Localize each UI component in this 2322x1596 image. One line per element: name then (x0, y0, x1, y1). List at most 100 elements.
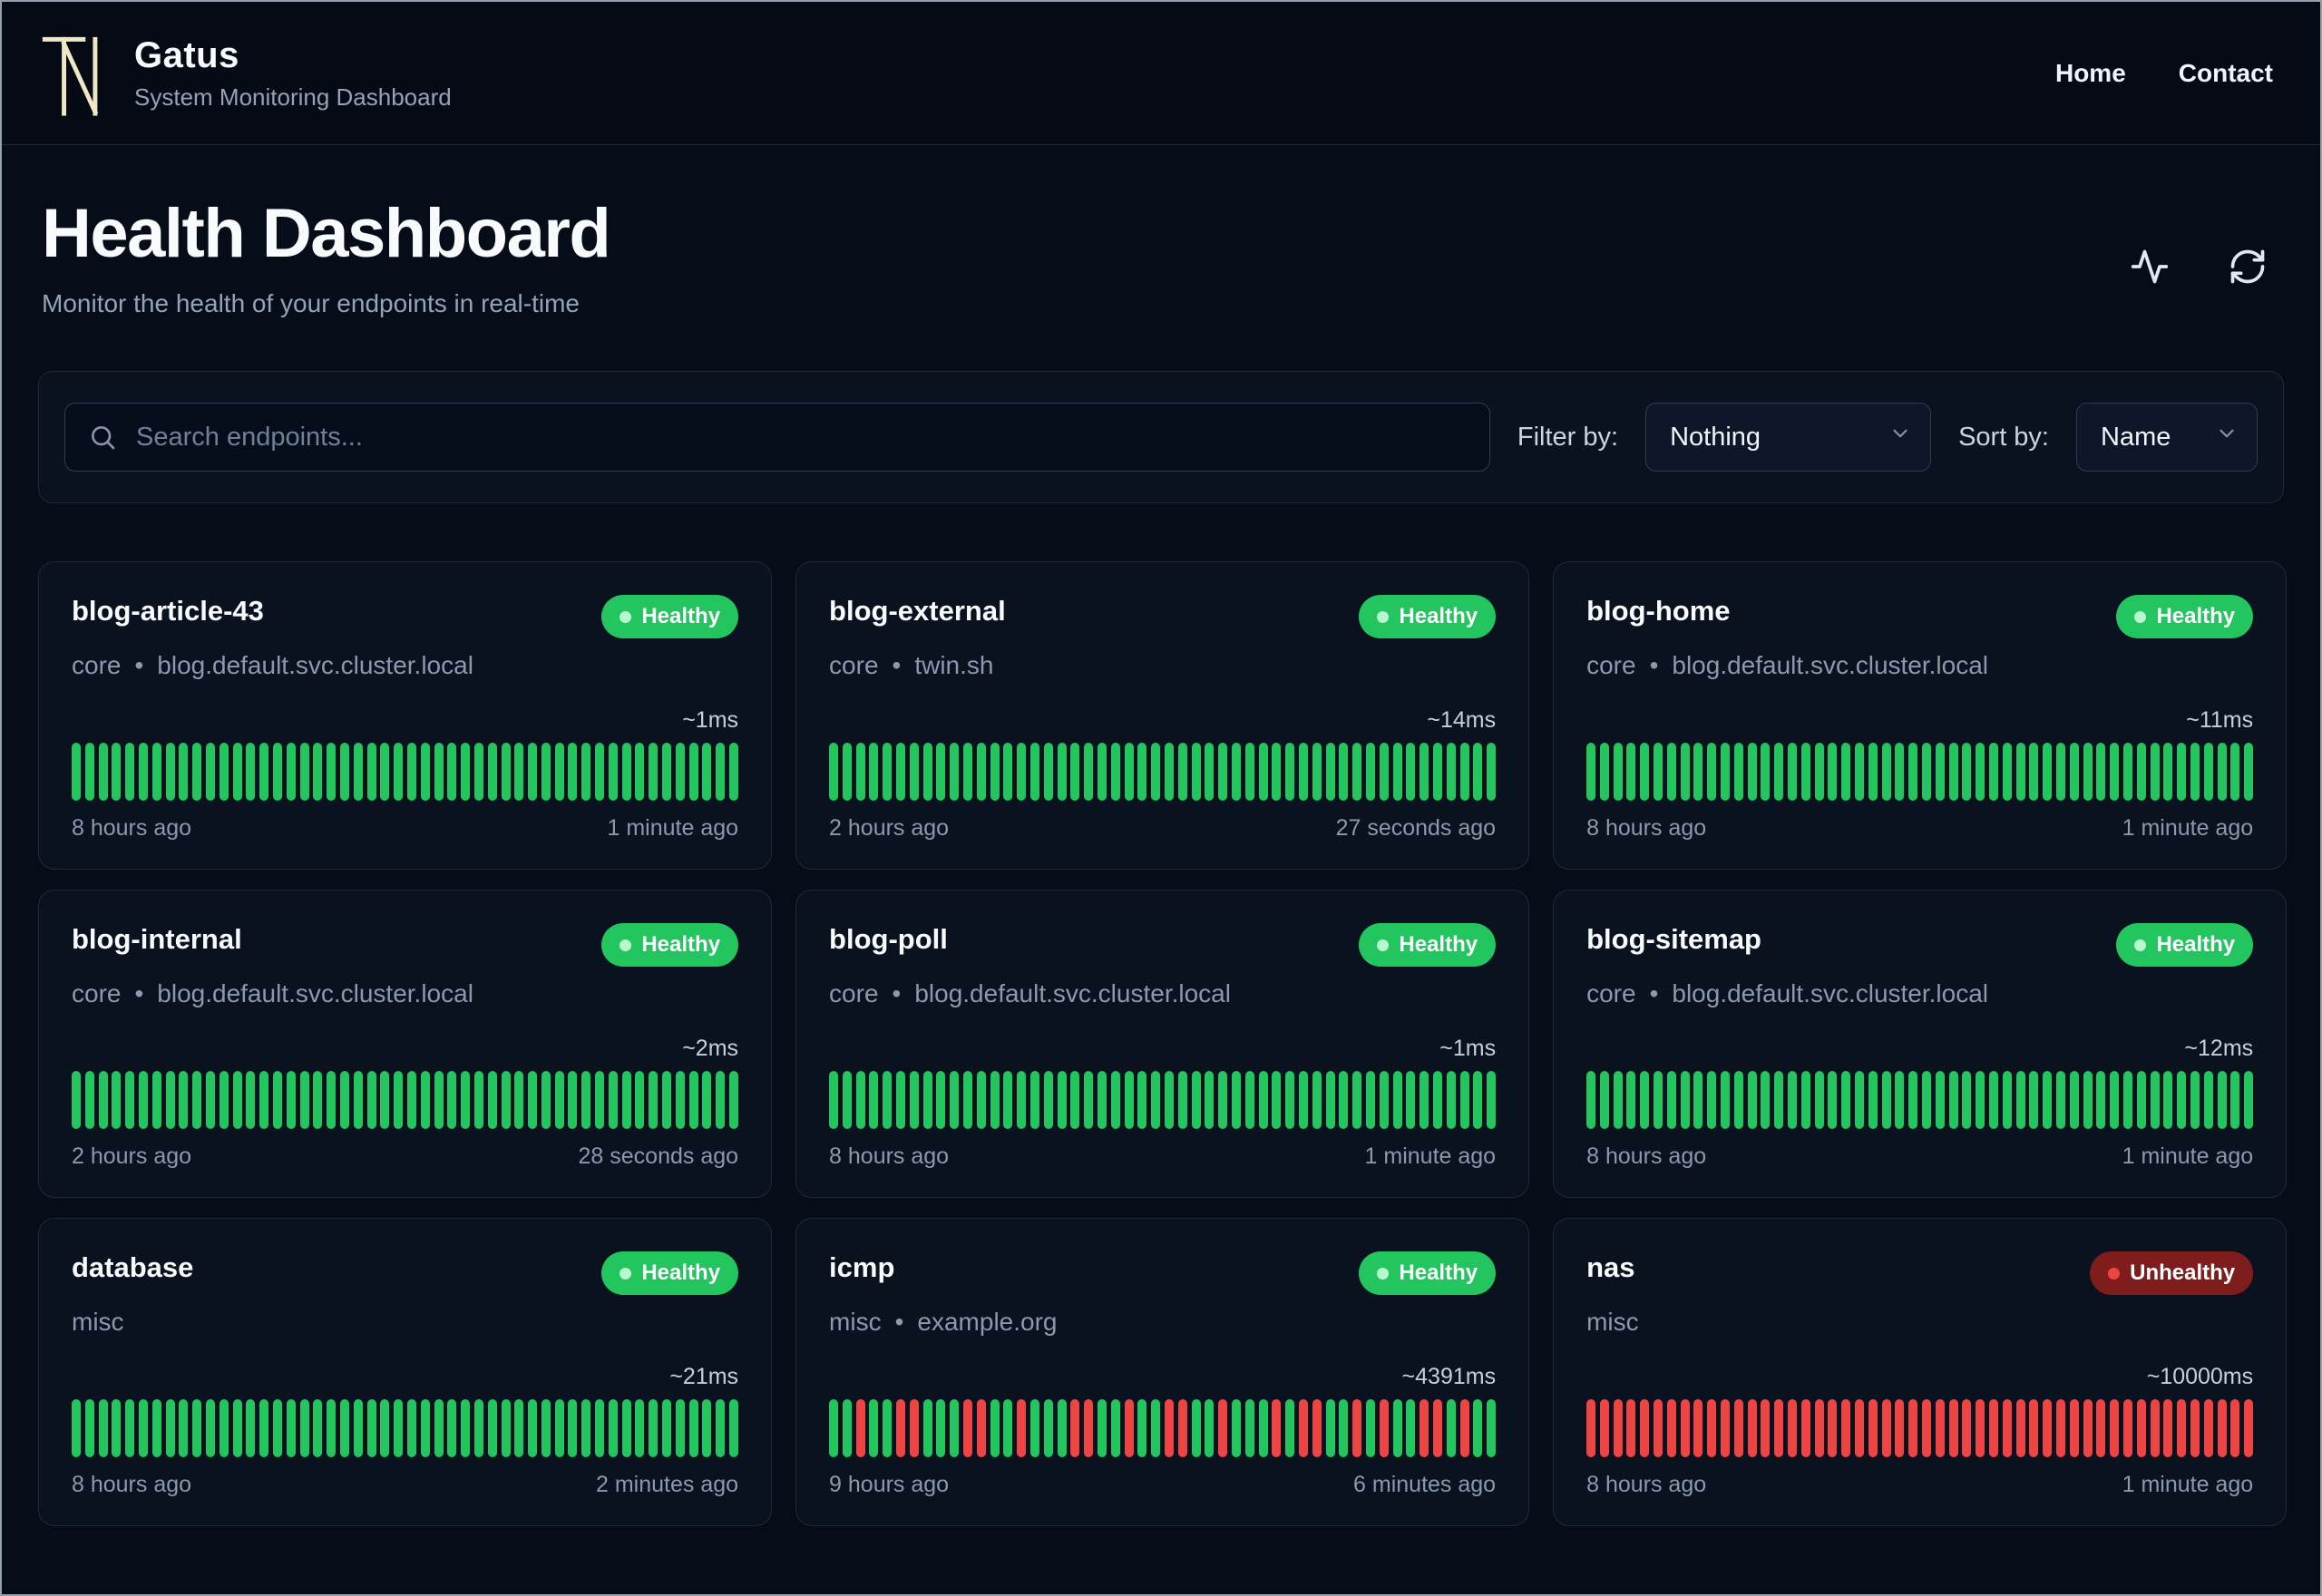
status-bar[interactable] (473, 1071, 483, 1129)
status-bar[interactable] (1459, 1399, 1469, 1457)
status-bar[interactable] (286, 743, 296, 801)
status-bar[interactable] (1707, 1399, 1717, 1457)
status-bar[interactable] (366, 1399, 376, 1457)
status-bar[interactable] (286, 1071, 296, 1129)
status-bar[interactable] (1828, 1071, 1838, 1129)
status-bar[interactable] (2177, 743, 2187, 801)
status-bar[interactable] (702, 1071, 712, 1129)
filter-select[interactable]: Nothing (1645, 403, 1932, 472)
endpoint-card-blog-poll[interactable]: blog-poll Healthy core • blog.default.sv… (795, 890, 1530, 1198)
status-bar[interactable] (1017, 1399, 1027, 1457)
status-bar[interactable] (246, 1071, 256, 1129)
status-bar[interactable] (1177, 743, 1187, 801)
status-bar[interactable] (1774, 1399, 1784, 1457)
status-bar[interactable] (1640, 1071, 1650, 1129)
status-bar[interactable] (2002, 743, 2012, 801)
status-bar[interactable] (1976, 1399, 1985, 1457)
status-bar[interactable] (2163, 1399, 2173, 1457)
status-bar[interactable] (1962, 743, 1972, 801)
status-bar[interactable] (595, 1071, 605, 1129)
status-bar[interactable] (1666, 743, 1676, 801)
status-bar[interactable] (1666, 1071, 1676, 1129)
status-bar[interactable] (2015, 743, 2025, 801)
status-bar[interactable] (272, 743, 282, 801)
status-bar[interactable] (205, 1399, 215, 1457)
status-bar[interactable] (990, 743, 1000, 801)
status-bar[interactable] (2002, 1399, 2012, 1457)
status-bar[interactable] (1231, 743, 1241, 801)
search-input[interactable] (64, 403, 1490, 472)
status-bar[interactable] (1693, 1071, 1703, 1129)
status-bar[interactable] (339, 1399, 349, 1457)
status-bar[interactable] (608, 1399, 618, 1457)
status-bar[interactable] (1325, 1071, 1335, 1129)
endpoint-card-blog-article-43[interactable]: blog-article-43 Healthy core • blog.defa… (38, 561, 773, 870)
status-bar[interactable] (2190, 1399, 2200, 1457)
status-bar[interactable] (1339, 1399, 1349, 1457)
status-bar[interactable] (688, 1399, 698, 1457)
status-bar[interactable] (842, 743, 852, 801)
status-bar[interactable] (2150, 1071, 2160, 1129)
status-bar[interactable] (1800, 743, 1810, 801)
status-bar[interactable] (1177, 1071, 1187, 1129)
status-bar[interactable] (192, 1399, 202, 1457)
status-bar[interactable] (1365, 743, 1375, 801)
status-bar[interactable] (1177, 1399, 1187, 1457)
status-bar[interactable] (2244, 1071, 2254, 1129)
status-bar[interactable] (98, 743, 108, 801)
status-bar[interactable] (1989, 1399, 1998, 1457)
status-bar[interactable] (84, 743, 94, 801)
status-bar[interactable] (353, 1399, 363, 1457)
status-bar[interactable] (716, 1399, 726, 1457)
status-bar[interactable] (179, 743, 189, 801)
status-bar[interactable] (2136, 1399, 2146, 1457)
status-bar[interactable] (447, 743, 457, 801)
status-bar[interactable] (1948, 1071, 1958, 1129)
status-bar[interactable] (461, 1399, 471, 1457)
status-bar[interactable] (2055, 743, 2065, 801)
status-bar[interactable] (165, 743, 175, 801)
status-bar[interactable] (1721, 1399, 1731, 1457)
status-bar[interactable] (1599, 743, 1609, 801)
status-bar[interactable] (829, 1071, 839, 1129)
status-bar[interactable] (1110, 1399, 1120, 1457)
status-bar[interactable] (2110, 1399, 2120, 1457)
status-bar[interactable] (1432, 743, 1442, 801)
status-bar[interactable] (72, 1399, 81, 1457)
status-bar[interactable] (2083, 743, 2093, 801)
status-bar[interactable] (1814, 743, 1824, 801)
status-bar[interactable] (1654, 1399, 1663, 1457)
status-bar[interactable] (1258, 743, 1268, 801)
status-bar[interactable] (2069, 743, 2079, 801)
status-bar[interactable] (1895, 1399, 1905, 1457)
status-bar[interactable] (1218, 743, 1228, 801)
status-bar[interactable] (2015, 1399, 2025, 1457)
status-bar[interactable] (2244, 1399, 2254, 1457)
status-bar[interactable] (2177, 1399, 2187, 1457)
status-bar[interactable] (1473, 1071, 1483, 1129)
status-bar[interactable] (514, 1071, 524, 1129)
status-bar[interactable] (1446, 1399, 1456, 1457)
status-bar[interactable] (98, 1071, 108, 1129)
status-bar[interactable] (1774, 1071, 1784, 1129)
refresh-button[interactable] (2228, 247, 2268, 287)
status-bar[interactable] (219, 1399, 229, 1457)
activity-button[interactable] (2130, 247, 2170, 287)
status-bar[interactable] (581, 1399, 591, 1457)
status-bar[interactable] (1868, 1071, 1878, 1129)
status-bar[interactable] (595, 1399, 605, 1457)
status-bar[interactable] (1761, 1071, 1771, 1129)
status-bar[interactable] (702, 1399, 712, 1457)
status-bar[interactable] (1976, 743, 1985, 801)
status-bar[interactable] (1379, 1399, 1389, 1457)
status-bar[interactable] (2230, 743, 2240, 801)
status-bar[interactable] (1272, 1399, 1282, 1457)
status-bar[interactable] (1788, 743, 1798, 801)
status-bar[interactable] (514, 1399, 524, 1457)
status-bar[interactable] (2203, 1399, 2213, 1457)
status-bar[interactable] (909, 1399, 919, 1457)
status-bar[interactable] (541, 1399, 551, 1457)
status-bar[interactable] (84, 1071, 94, 1129)
status-bar[interactable] (1365, 1399, 1375, 1457)
status-bar[interactable] (716, 743, 726, 801)
